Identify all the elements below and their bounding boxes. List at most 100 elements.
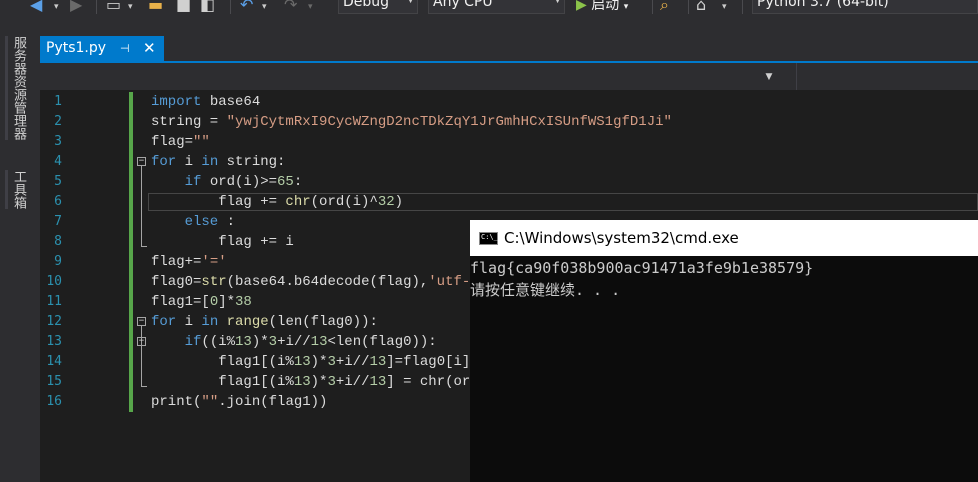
new-project-icon[interactable]: ▭ [106, 0, 121, 14]
code-token: '=' [201, 254, 227, 270]
code-token: flag1[(i% [151, 354, 294, 370]
console-title-bar[interactable]: C:\_ C:\Windows\system32\cmd.exe [470, 220, 978, 256]
code-line: for i in string: [151, 152, 285, 172]
code-line: flag0=str(base64.b64decode(flag),'utf-8' [151, 272, 487, 292]
code-token: if [151, 334, 202, 350]
code-token: string: [226, 154, 286, 170]
redo-dropdown-icon[interactable]: ▾ [308, 0, 313, 16]
undo-icon[interactable]: ↶ [240, 0, 253, 14]
code-token: +i// [335, 354, 370, 370]
toolbar-overflow-icon[interactable]: ▾ [722, 0, 727, 16]
start-debugging-button[interactable]: ▶ 启动 ▾ [576, 0, 628, 16]
forward-icon[interactable]: ▶ [70, 0, 82, 14]
line-number: 3 [54, 134, 62, 149]
code-token: ord(i)>= [209, 174, 278, 190]
chevron-down-icon: ▾ [623, 2, 629, 12]
code-token: for [151, 154, 185, 170]
tab-pyts1[interactable]: Pyts1.py ⊣ ✕ [40, 36, 164, 61]
back-dropdown-icon[interactable]: ▾ [54, 0, 59, 16]
chevron-down-icon: ▼ [554, 0, 561, 5]
toolbar-separator [96, 0, 97, 14]
cmd-icon: C:\_ [479, 232, 498, 245]
toolbar-separator [742, 0, 743, 14]
find-in-files-icon[interactable]: ⌕ [660, 0, 669, 14]
code-token: "ywjCytmRxI9CycWZngD2ncTDkZqY1JrGmhHCxIS… [226, 114, 672, 130]
code-line: if ord(i)>=65: [151, 172, 303, 192]
line-number: 1 [54, 94, 62, 109]
code-line: flag1[(i%13)*3+i//13]=flag0[i] [151, 352, 470, 372]
code-token: ]* [218, 294, 236, 310]
code-token: range [226, 314, 269, 330]
code-token: 32 [377, 194, 395, 210]
code-token: )* [310, 374, 328, 390]
save-all-icon[interactable]: ◧ [200, 0, 215, 14]
home-icon[interactable]: ⌂ [696, 0, 706, 14]
code-token: 3 [268, 334, 278, 350]
line-number: 16 [46, 394, 62, 409]
code-token: 38 [235, 294, 252, 310]
code-line: flag1[(i%13)*3+i//13] = chr(ord( [151, 372, 487, 392]
line-number: 9 [54, 254, 62, 269]
pin-icon[interactable]: ⊣ [120, 36, 130, 61]
line-number: 2 [54, 114, 62, 129]
code-token: else [151, 214, 227, 230]
code-token: 13 [369, 354, 387, 370]
code-token: "" [193, 134, 210, 150]
solution-platform-value: Any CPU [433, 0, 493, 10]
line-number: 15 [46, 374, 62, 389]
change-tracking-bar [129, 92, 133, 412]
fold-toggle-line-13[interactable]: − [137, 337, 146, 346]
toolbar-separator [652, 0, 653, 14]
code-token: )* [251, 334, 269, 350]
line-number: 8 [54, 234, 62, 249]
code-token: 3 [327, 374, 336, 390]
new-dropdown-icon[interactable]: ▾ [128, 0, 133, 16]
code-token: .join(flag1)) [218, 394, 328, 410]
line-number: 7 [54, 214, 62, 229]
fold-toggle-line-12[interactable]: − [137, 317, 146, 326]
code-line: import base64 [151, 92, 260, 112]
solution-configuration-select[interactable]: Debug ▼ [338, 0, 418, 14]
line-number: 12 [46, 314, 62, 329]
code-token: flag1=[ [151, 294, 210, 310]
code-token: flag0= [151, 274, 202, 290]
code-line: flag="" [151, 132, 210, 152]
back-icon[interactable]: ◀ [30, 0, 42, 14]
close-icon[interactable]: ✕ [143, 36, 156, 61]
code-token: ((i% [201, 334, 236, 350]
toolbar-separator [688, 0, 689, 14]
solution-platform-select[interactable]: Any CPU ▼ [428, 0, 565, 14]
open-folder-icon[interactable]: ▬ [148, 0, 163, 14]
code-token: base64 [209, 94, 261, 110]
fold-guide [141, 166, 142, 246]
code-line: flag += chr(ord(i)^32) [151, 192, 403, 212]
code-token: in [201, 154, 227, 170]
code-token: +i// [335, 374, 370, 390]
toolbar-separator [230, 0, 231, 14]
code-token: in [201, 314, 227, 330]
fold-toggle-line-4[interactable]: − [137, 157, 146, 166]
code-token: import [151, 94, 210, 110]
save-icon[interactable]: ■ [176, 0, 191, 14]
code-line: for i in range(len(flag0)): [151, 312, 378, 332]
redo-icon[interactable]: ↷ [284, 0, 297, 14]
fold-guide [141, 346, 142, 386]
code-token: 13 [293, 374, 311, 390]
code-token: (len(flag0)): [268, 314, 378, 330]
line-number: 11 [46, 294, 62, 309]
main-toolbar: ◀ ▾ ▶ ▭ ▾ ▬ ■ ◧ ↶ ▾ ↷ ▾ Debug ▼ Any CPU … [0, 0, 978, 16]
code-token: : [293, 174, 303, 190]
navigation-dropdown[interactable]: ▼ [758, 68, 780, 86]
code-token: 0 [209, 294, 219, 310]
python-environment-select[interactable]: Python 3.7 (64-bit) [752, 0, 978, 14]
chevron-down-icon: ▼ [765, 72, 773, 82]
line-number-gutter [62, 90, 102, 482]
code-line: if((i%13)*3+i//13<len(flag0)): [151, 332, 437, 352]
console-window[interactable]: C:\_ C:\Windows\system32\cmd.exe flag{ca… [470, 220, 978, 482]
code-token: if [151, 174, 210, 190]
undo-dropdown-icon[interactable]: ▾ [262, 0, 267, 16]
navigation-divider [796, 63, 797, 90]
tab-filename: Pyts1.py [46, 40, 107, 56]
code-token: "" [201, 394, 219, 410]
code-token: 13 [369, 374, 387, 390]
